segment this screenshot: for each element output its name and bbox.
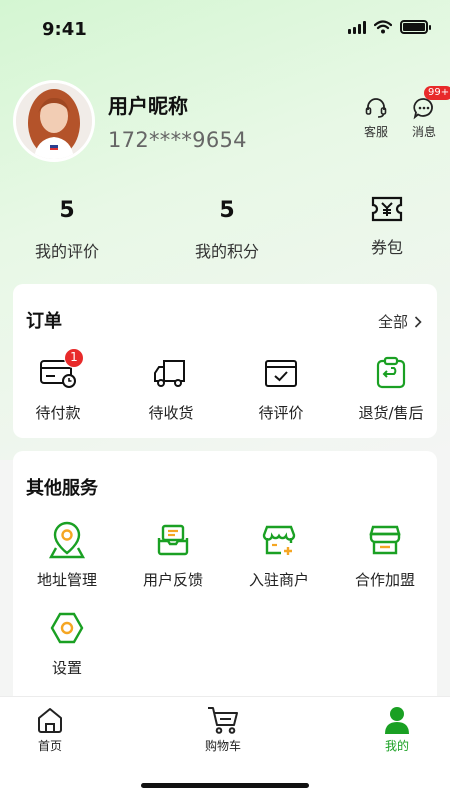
stat-label: 券包 [370, 238, 403, 257]
phone-number: 172****9654 [108, 128, 247, 152]
username: 用户昵称 [108, 94, 188, 118]
tab-cart[interactable]: 购物车 [183, 705, 263, 754]
messages-label: 消息 [411, 125, 436, 139]
service-item-label: 入驻商户 [248, 571, 309, 589]
stat-my-points[interactable]: 5 我的积分 [162, 196, 292, 262]
user-icon [385, 707, 409, 734]
customer-service-label: 客服 [363, 125, 388, 139]
status-time: 9:41 [42, 19, 87, 40]
services-title: 其他服务 [26, 478, 98, 499]
tab-label: 我的 [384, 739, 409, 753]
stat-label: 我的评价 [34, 242, 99, 261]
review-icon [265, 360, 297, 387]
orders-title: 订单 [26, 311, 62, 332]
service-item-label: 用户反馈 [142, 571, 203, 589]
avatar-image [16, 83, 92, 159]
service-settings[interactable]: 设置 [17, 607, 117, 678]
view-all-label: 全部 [377, 313, 408, 331]
stat-value: 5 [59, 198, 75, 223]
cart-icon [208, 707, 238, 734]
feedback-icon [157, 524, 189, 556]
order-pending-receipt[interactable]: 待收货 [121, 352, 221, 423]
stat-my-reviews[interactable]: 5 我的评价 [2, 196, 132, 262]
messages-button[interactable]: 99+ 消息 [404, 86, 450, 140]
orders-card: 订单 全部 1 待付款 待收货 待评价 退货/售后 [13, 284, 437, 438]
truck-icon [154, 360, 185, 387]
service-merchant[interactable]: 入驻商户 [229, 519, 329, 590]
order-returns[interactable]: 退货/售后 [341, 352, 441, 423]
home-icon [38, 708, 62, 733]
avatar[interactable] [13, 80, 95, 162]
service-address[interactable]: 地址管理 [17, 519, 117, 590]
services-card: 其他服务 地址管理 用户反馈 入驻商户 合作加盟 设置 [13, 451, 437, 711]
settings-icon [50, 612, 84, 644]
chevron-right-icon [414, 315, 422, 328]
service-partnership[interactable]: 合作加盟 [335, 519, 435, 590]
signal-icon [348, 20, 366, 34]
status-bar: 9:41 [0, 0, 450, 60]
location-pin-icon [48, 521, 86, 559]
bottom-tab-bar: 首页 购物车 我的 [0, 696, 450, 800]
order-item-label: 待付款 [35, 404, 81, 422]
return-icon [376, 356, 406, 389]
coupon-icon [371, 196, 403, 222]
customer-service-button[interactable]: 客服 [356, 96, 396, 140]
merchant-icon [262, 525, 296, 555]
battery-icon [400, 20, 431, 34]
order-item-label: 退货/售后 [358, 404, 424, 422]
status-icons [348, 20, 431, 34]
order-pending-review[interactable]: 待评价 [231, 352, 331, 423]
wifi-icon [374, 20, 392, 34]
pending-payment-badge: 1 [64, 348, 84, 368]
service-item-label: 合作加盟 [354, 571, 415, 589]
service-item-label: 设置 [51, 659, 82, 677]
tab-home[interactable]: 首页 [10, 705, 90, 754]
order-item-label: 待收货 [148, 404, 194, 422]
tab-label: 购物车 [204, 739, 241, 753]
stat-label: 我的积分 [194, 242, 259, 261]
headset-icon [365, 98, 387, 118]
messages-badge: 99+ [424, 86, 450, 100]
orders-view-all[interactable]: 全部 [378, 311, 422, 332]
order-pending-payment[interactable]: 1 待付款 [8, 348, 108, 423]
service-item-label: 地址管理 [36, 571, 97, 589]
tab-label: 首页 [37, 739, 62, 753]
service-feedback[interactable]: 用户反馈 [123, 519, 223, 590]
store-icon [369, 525, 401, 555]
order-item-label: 待评价 [258, 404, 304, 422]
stat-value: 5 [219, 198, 235, 223]
stat-coupons[interactable]: 券包 [322, 192, 450, 258]
tab-mine[interactable]: 我的 [357, 705, 437, 754]
home-indicator [141, 783, 309, 788]
